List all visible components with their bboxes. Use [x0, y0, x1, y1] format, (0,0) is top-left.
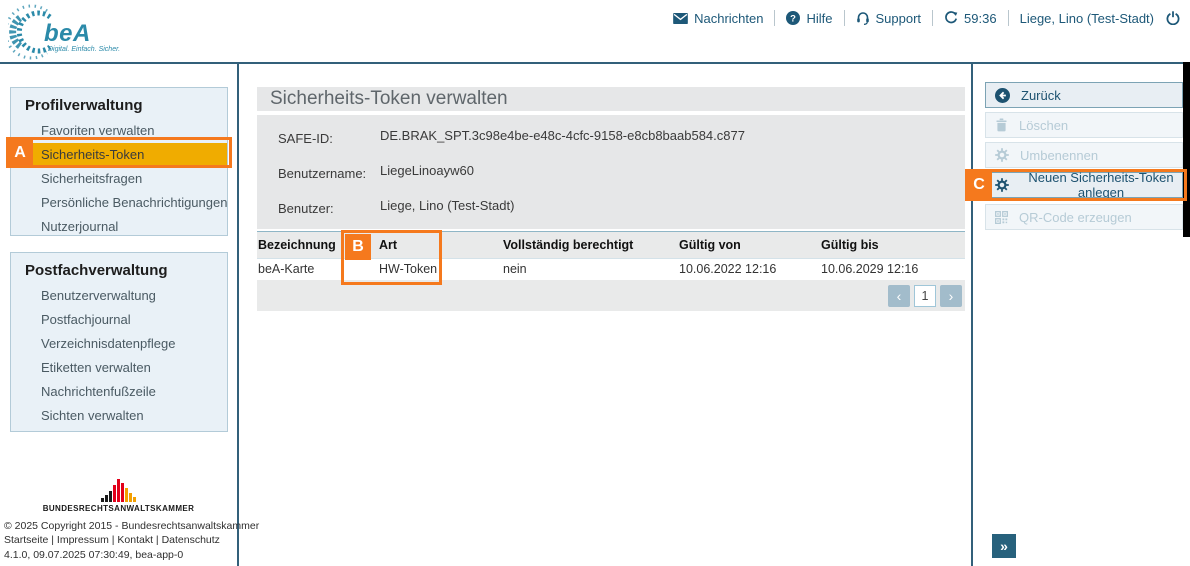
profile-panel-title: Profilverwaltung — [25, 96, 227, 116]
trash-icon — [995, 118, 1008, 132]
sidebar-item-sicherheits-token[interactable]: Sicherheits-Token — [11, 143, 227, 167]
cell-gueltig-bis: 10.06.2029 12:16 — [820, 258, 965, 280]
bea-logo-tagline: Digital. Einfach. Sicher. — [48, 46, 120, 53]
benutzer-value: Liege, Lino (Test-Stadt) — [380, 198, 514, 220]
column-header-gueltig-bis: Gültig bis — [820, 232, 965, 258]
token-info-box: SAFE-ID: DE.BRAK_SPT.3c98e4be-e48c-4cfc-… — [257, 115, 965, 229]
column-header-vollstaendig-berechtigt: Vollständig berechtigt — [502, 232, 678, 258]
rename-button: Umbenennen — [985, 142, 1183, 168]
help-icon: ? — [786, 11, 800, 25]
column-header-bezeichnung: Bezeichnung — [257, 232, 378, 258]
brak-logo-icon — [0, 478, 237, 502]
nav-support[interactable]: Support — [856, 11, 922, 26]
table-pagination: ‹ 1 › — [257, 280, 965, 311]
refresh-icon — [944, 11, 958, 25]
expand-panel-button[interactable]: » — [992, 534, 1016, 558]
benutzername-label: Benutzername: — [278, 163, 380, 185]
footer-links[interactable]: Startseite | Impressum | Kontakt | Daten… — [4, 533, 237, 548]
sidebar-item-favoriten-verwalten[interactable]: Favoriten verwalten — [11, 119, 227, 143]
mail-icon — [673, 13, 688, 24]
nav-messages-label: Nachrichten — [694, 11, 763, 26]
info-row-safe-id: SAFE-ID: DE.BRAK_SPT.3c98e4be-e48c-4cfc-… — [278, 128, 965, 150]
column-header-art: Art — [378, 232, 502, 258]
back-button-label: Zurück — [1021, 88, 1061, 103]
headset-icon — [856, 11, 870, 25]
token-table: Bezeichnung Art Vollständig berechtigt G… — [257, 231, 965, 311]
nav-messages[interactable]: Nachrichten — [673, 11, 763, 26]
bea-logo-text: beA Digital. Einfach. Sicher. — [44, 20, 120, 53]
cell-art: HW-Token — [378, 258, 502, 280]
create-token-button-label: Neuen Sicherheits-Token anlegen — [1020, 170, 1182, 200]
safe-id-value: DE.BRAK_SPT.3c98e4be-e48c-4cfc-9158-e8cb… — [380, 128, 745, 150]
cell-vollstaendig-berechtigt: nein — [502, 258, 678, 280]
nav-help-label: Hilfe — [806, 11, 832, 26]
column-header-gueltig-von: Gültig von — [678, 232, 820, 258]
nav-support-label: Support — [876, 11, 922, 26]
nav-session-timer[interactable]: 59:36 — [944, 11, 997, 26]
profile-management-panel: Profilverwaltung Favoriten verwalten Sic… — [10, 87, 228, 236]
nav-separator — [774, 10, 775, 26]
qr-code-button-label: QR-Code erzeugen — [1019, 210, 1132, 225]
pagination-current-page[interactable]: 1 — [914, 285, 936, 307]
info-row-benutzer: Benutzer: Liege, Lino (Test-Stadt) — [278, 198, 965, 220]
power-icon[interactable] — [1166, 11, 1180, 25]
page-footer: BUNDESRECHTSANWALTSKAMMER © 2025 Copyrig… — [0, 478, 237, 563]
top-header: beA Digital. Einfach. Sicher. Nachrichte… — [0, 0, 1190, 62]
sidebar-item-verzeichnisdatenpflege[interactable]: Verzeichnisdatenpflege — [11, 332, 227, 356]
gear-icon — [995, 148, 1009, 162]
cell-bezeichnung: beA-Karte — [257, 258, 378, 280]
safe-id-label: SAFE-ID: — [278, 128, 380, 150]
create-token-button[interactable]: Neuen Sicherheits-Token anlegen — [985, 172, 1183, 198]
bea-logo-name: beA — [44, 20, 91, 47]
table-row[interactable]: beA-Karte HW-Token nein 10.06.2022 12:16… — [257, 258, 965, 280]
pagination-prev-button[interactable]: ‹ — [888, 285, 910, 307]
sidebar-item-sicherheitsfragen[interactable]: Sicherheitsfragen — [11, 167, 227, 191]
nav-user: Liege, Lino (Test-Stadt) — [1020, 11, 1180, 26]
sidebar-item-sichten-verwalten[interactable]: Sichten verwalten — [11, 404, 227, 428]
left-sidebar: Profilverwaltung Favoriten verwalten Sic… — [0, 64, 237, 566]
mailbox-management-panel: Postfachverwaltung Benutzerverwaltung Po… — [10, 252, 228, 432]
sidebar-item-nutzerjournal[interactable]: Nutzerjournal — [11, 215, 227, 239]
nav-session-timer-value: 59:36 — [964, 11, 997, 26]
nav-user-name: Liege, Lino (Test-Stadt) — [1020, 11, 1154, 26]
back-button[interactable]: Zurück — [985, 82, 1183, 108]
content-area: Profilverwaltung Favoriten verwalten Sic… — [0, 64, 1190, 566]
nav-separator — [932, 10, 933, 26]
gear-icon — [995, 178, 1009, 192]
qr-code-button: QR-Code erzeugen — [985, 204, 1183, 230]
nav-help[interactable]: ? Hilfe — [786, 11, 832, 26]
info-row-benutzername: Benutzername: LiegeLinoayw60 — [278, 163, 965, 185]
delete-button: Löschen — [985, 112, 1183, 138]
brak-organization-name: BUNDESRECHTSANWALTSKAMMER — [0, 504, 237, 513]
action-sidebar: Zurück Löschen — [974, 64, 1190, 566]
top-nav: Nachrichten ? Hilfe Su — [673, 8, 1180, 28]
bea-logo[interactable]: beA Digital. Einfach. Sicher. — [8, 4, 128, 60]
table-header-row: Bezeichnung Art Vollständig berechtigt G… — [257, 232, 965, 258]
sidebar-item-benutzerverwaltung[interactable]: Benutzerverwaltung — [11, 284, 227, 308]
qr-code-icon — [995, 211, 1008, 224]
footer-copyright: © 2025 Copyright 2015 - Bundesrechtsanwa… — [4, 519, 237, 534]
page-title: Sicherheits-Token verwalten — [257, 87, 965, 111]
rename-button-label: Umbenennen — [1020, 148, 1098, 163]
sidebar-item-persoenliche-benachrichtigungen[interactable]: Persönliche Benachrichtigungen — [11, 191, 227, 215]
sidebar-item-nachrichtenfusszeile[interactable]: Nachrichtenfußzeile — [11, 380, 227, 404]
sidebar-item-etiketten-verwalten[interactable]: Etiketten verwalten — [11, 356, 227, 380]
footer-version: 4.1.0, 09.07.2025 07:30:49, bea-app-0 — [4, 548, 237, 563]
svg-text:?: ? — [791, 13, 797, 24]
back-icon — [995, 88, 1010, 103]
benutzer-label: Benutzer: — [278, 198, 380, 220]
delete-button-label: Löschen — [1019, 118, 1068, 133]
sidebar-item-postfachjournal[interactable]: Postfachjournal — [11, 308, 227, 332]
nav-separator — [1008, 10, 1009, 26]
pagination-next-button[interactable]: › — [940, 285, 962, 307]
main-content: Sicherheits-Token verwalten SAFE-ID: DE.… — [239, 64, 972, 566]
benutzername-value: LiegeLinoayw60 — [380, 163, 474, 185]
bea-app: beA Digital. Einfach. Sicher. Nachrichte… — [0, 0, 1190, 566]
mailbox-panel-title: Postfachverwaltung — [25, 261, 227, 281]
cell-gueltig-von: 10.06.2022 12:16 — [678, 258, 820, 280]
nav-separator — [844, 10, 845, 26]
